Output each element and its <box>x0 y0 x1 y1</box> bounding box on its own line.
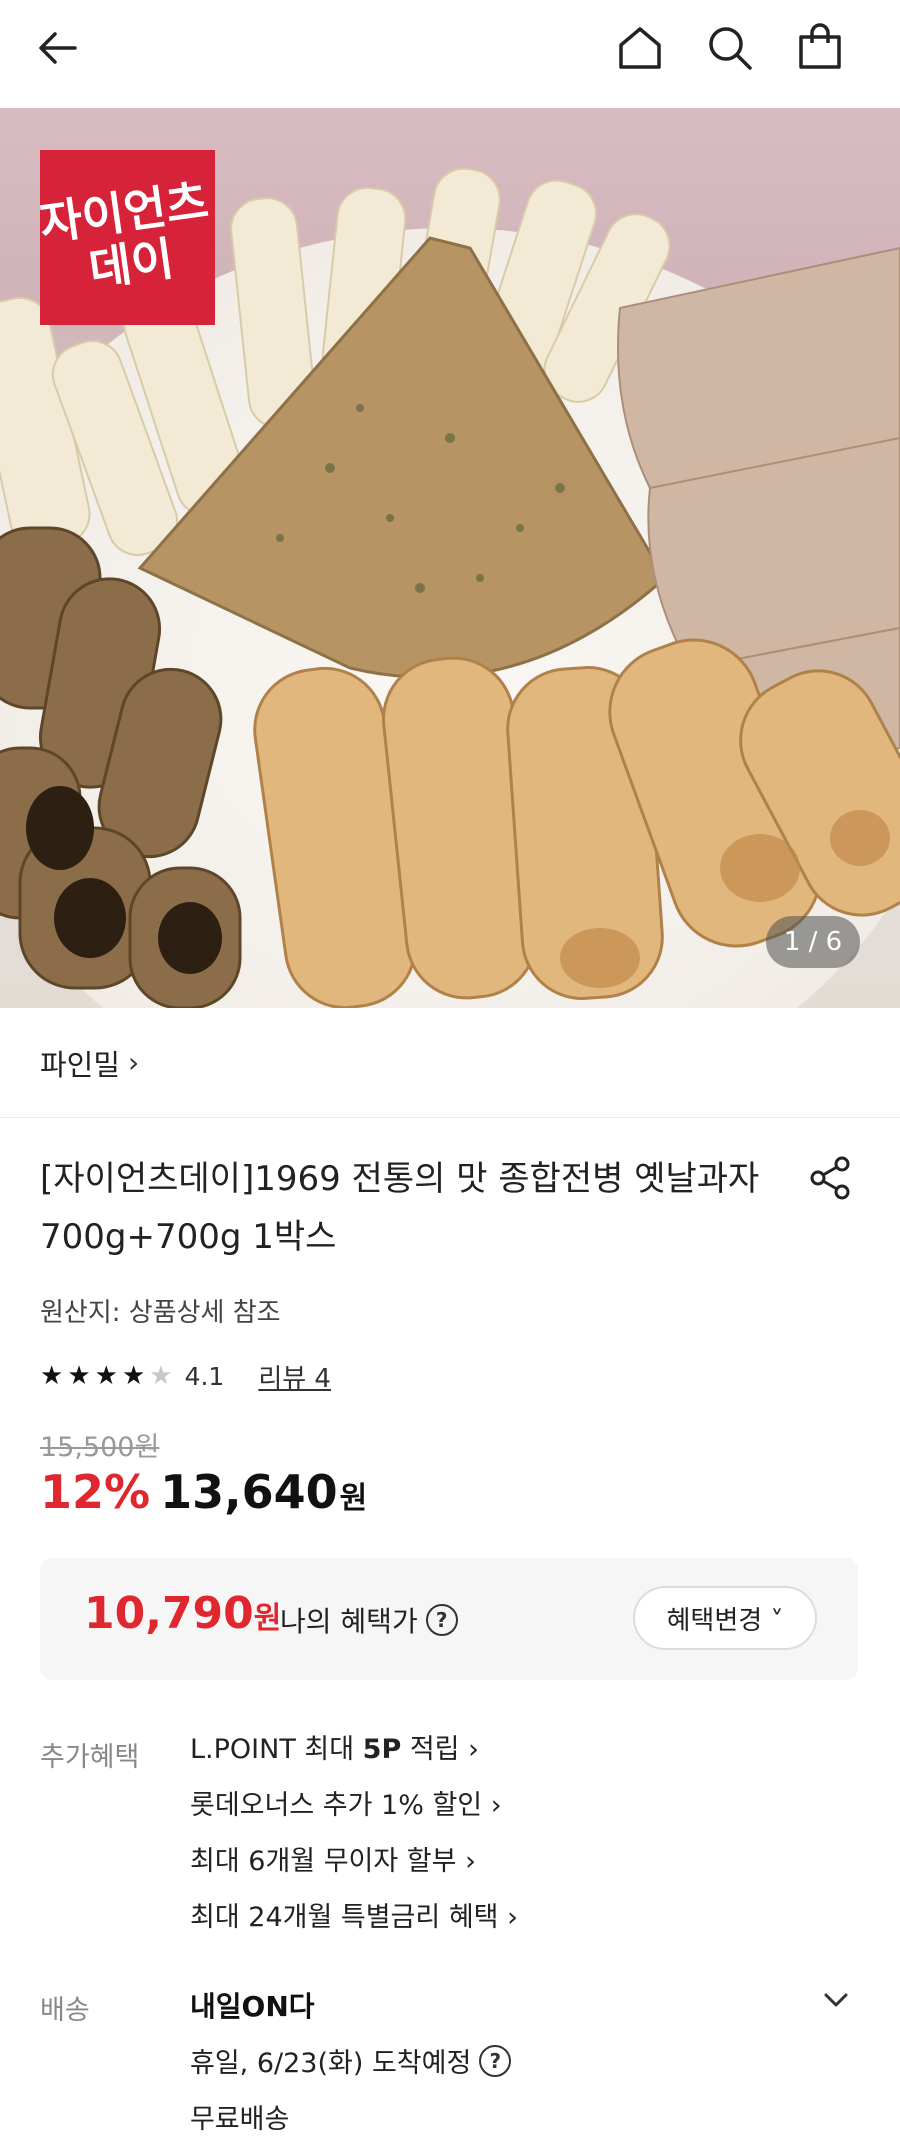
benefit-label: 나의 혜택가 ? <box>280 1600 458 1640</box>
rating-row: ★ ★ ★ ★ ★ 4.1 리뷰 4 <box>40 1358 331 1394</box>
shopping-bag-icon <box>799 23 841 69</box>
help-icon[interactable]: ? <box>425 1604 458 1636</box>
shipping-expand-button[interactable] <box>816 1980 856 2020</box>
benefit-text: 롯데오너스 추가 1% 할인 › <box>190 1790 502 1821</box>
benefit-label-text: 나의 혜택가 <box>280 1605 418 1638</box>
help-icon[interactable]: ? <box>479 2044 512 2077</box>
star-icon: ★ <box>121 1361 146 1391</box>
shopping-bag-button[interactable] <box>790 18 850 78</box>
benefit-text: 최대 6개월 무이자 할부 › <box>190 1846 476 1877</box>
shipping-title: 내일ON다 <box>190 1990 315 2023</box>
home-button[interactable] <box>610 18 670 78</box>
extra-benefits-label: 추가혜택 <box>40 1742 140 1773</box>
product-image-carousel[interactable]: 자이언츠 데이 1 / 6 <box>0 108 900 1008</box>
image-counter: 1 / 6 <box>766 916 860 968</box>
star-rating: ★ ★ ★ ★ ★ <box>40 1363 173 1389</box>
star-icon: ★ <box>149 1361 173 1391</box>
shipping-label: 배송 <box>40 1995 90 2026</box>
product-title: [자이언츠데이]1969 전통의 맛 종합전병 옛날과자 700g+700g 1… <box>40 1159 760 1257</box>
chevron-down-icon <box>824 1993 848 2007</box>
top-navigation-bar <box>0 0 900 108</box>
star-icon: ★ <box>94 1361 118 1391</box>
star-icon: ★ <box>40 1361 64 1391</box>
search-button[interactable] <box>700 18 760 78</box>
extra-benefit-lotte-owners[interactable]: 롯데오너스 추가 1% 할인 › <box>190 1788 518 1844</box>
home-icon <box>619 27 661 69</box>
brand-logo-text: 자이언츠 데이 <box>36 173 212 296</box>
benefit-text: 최대 24개월 특별금리 혜택 › <box>190 1902 518 1933</box>
share-button[interactable] <box>800 1148 860 1208</box>
extra-benefit-installment[interactable]: 최대 6개월 무이자 할부 › <box>190 1844 518 1900</box>
benefit-text: 적립 › <box>401 1734 479 1765</box>
sale-price: 13,640 <box>160 1465 338 1519</box>
original-price: 15,500원 <box>40 1432 160 1463</box>
benefit-price-unit: 원 <box>253 1601 282 1636</box>
chevron-right-icon: › <box>128 1046 140 1079</box>
benefit-price-box: 10,790 원 나의 혜택가 ? 혜택변경 ˅ <box>40 1558 858 1680</box>
back-arrow-icon <box>39 32 77 64</box>
brand-logo: 자이언츠 데이 <box>36 150 215 325</box>
benefit-points: 5P <box>362 1734 402 1765</box>
shipping-date: 휴일, 6/23(화) 도착예정 ? <box>190 2041 512 2080</box>
shipping-fee: 무료배송 <box>190 2104 290 2135</box>
search-icon <box>709 27 752 70</box>
benefit-text: L.POINT 최대 <box>190 1734 363 1765</box>
seller-name: 파인밀 <box>40 1047 121 1082</box>
seller-link[interactable]: 파인밀 › <box>0 1008 900 1118</box>
extra-benefits-list: L.POINT 최대 5P 적립 › 롯데오너스 추가 1% 할인 › 최대 6… <box>190 1732 518 1956</box>
share-icon <box>810 1156 850 1200</box>
benefit-price-value: 10,790 <box>84 1588 254 1639</box>
extra-benefit-lpoint[interactable]: L.POINT 최대 5P 적립 › <box>190 1732 518 1788</box>
shipping-date-text: 휴일, 6/23(화) 도착예정 <box>190 2048 472 2079</box>
star-icon: ★ <box>67 1361 91 1391</box>
extra-benefit-special-rate[interactable]: 최대 24개월 특별금리 혜택 › <box>190 1900 518 1956</box>
review-link[interactable]: 리뷰 4 <box>258 1358 331 1395</box>
discount-rate: 12% <box>40 1465 151 1519</box>
back-button[interactable] <box>28 18 88 78</box>
price-unit: 원 <box>339 1481 368 1516</box>
origin-info: 원산지: 상품상세 참조 <box>40 1298 281 1328</box>
rating-value: 4.1 <box>184 1361 225 1391</box>
benefit-change-button[interactable]: 혜택변경 ˅ <box>633 1586 817 1650</box>
benefit-price: 10,790 원 <box>84 1588 281 1639</box>
price-row: 12% 13,640 원 <box>40 1465 367 1525</box>
